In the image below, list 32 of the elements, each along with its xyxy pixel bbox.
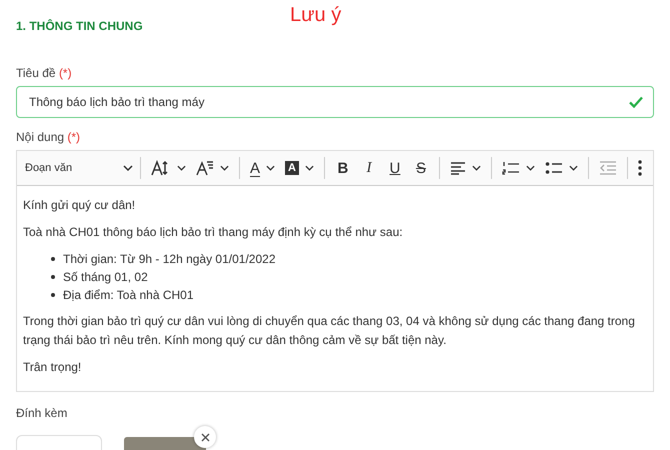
caret-icon xyxy=(123,165,133,171)
numbered-list-icon xyxy=(502,160,520,176)
list-item-text: Thời gian: Từ 9h - 12h ngày 01/01/2022 xyxy=(63,251,276,268)
font-color-button[interactable]: A xyxy=(245,155,280,181)
italic-button[interactable]: I xyxy=(356,155,382,181)
field-label: Tiêu đề xyxy=(16,66,56,80)
paragraph-text: Trân trọng! xyxy=(23,359,82,376)
outdent-icon xyxy=(598,161,617,175)
field-label: Nội dung xyxy=(16,130,64,144)
align-left-icon xyxy=(450,161,466,175)
close-button[interactable] xyxy=(194,426,216,448)
close-icon xyxy=(200,432,210,442)
section-title: 1. THÔNG TIN CHUNG xyxy=(16,19,144,33)
field-label: Đính kèm xyxy=(16,406,68,420)
list-item-text: Địa điểm: Toà nhà CH01 xyxy=(63,287,194,304)
required-mark: (*) xyxy=(58,66,72,80)
required-mark: (*) xyxy=(67,130,80,144)
highlight-button[interactable]: A xyxy=(280,155,319,181)
strike-button[interactable]: S xyxy=(408,155,434,181)
bold-button[interactable]: B xyxy=(330,155,356,181)
paragraph-text: Kính gửi quý cư dân! xyxy=(23,197,136,214)
note-label: Lưu ý xyxy=(290,4,342,27)
paragraph-text: Toà nhà CH01 thông báo lịch bảo trì thang máy định kỳ cụ thể như sau: xyxy=(23,224,404,241)
bullet-list-icon xyxy=(544,160,563,176)
paragraph-text: Trong thời gian bảo trì quý cư dân vui lòng di chuyển qua các thang 03, 04 và không sử dụng các thang đang trong trạng thái bảo trì nêu trên. Kính mong quý cư dân thông cảm về sự bất tiện này. xyxy=(23,313,636,349)
paragraph-style-dropdown[interactable]: Đoạn văn xyxy=(23,162,135,174)
more-icon xyxy=(638,160,642,176)
title-input-field[interactable]: Thông báo lịch bảo trì thang máy xyxy=(16,86,654,118)
checkmark-icon xyxy=(628,96,643,108)
underline-button[interactable]: U xyxy=(382,155,408,181)
text-style-icon xyxy=(196,160,214,176)
list-item-text: Số tháng 01, 02 xyxy=(63,269,148,286)
